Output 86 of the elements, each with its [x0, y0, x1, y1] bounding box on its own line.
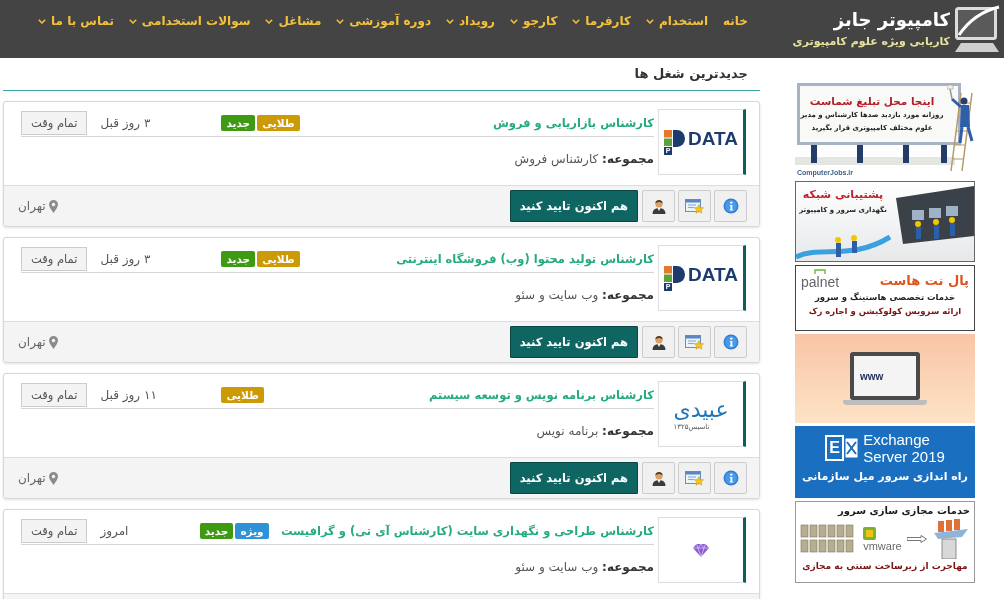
ad-headline: راه اندازی سرور میل سازمانی — [802, 469, 968, 484]
posted-date: ۳ روز قبل — [99, 251, 152, 266]
product-logo-letter: E — [825, 435, 845, 461]
brand-logo-icon — [814, 269, 827, 275]
section-heading: جدیدترین شغل ها — [3, 58, 760, 91]
arrow-right-icon — [906, 535, 927, 543]
apply-button[interactable]: هم اکنون تایید کنید — [509, 190, 638, 222]
nav-menu-item[interactable]: خانه — [723, 12, 748, 30]
job-title-link[interactable]: کارشناس طراحی و نگهداری سایت (کارشناس آی تی) و گرافیست — [280, 523, 654, 538]
screen-text: www — [860, 370, 884, 382]
ad-headline: پشتیبانی شبکه — [802, 188, 884, 202]
employer-button[interactable] — [642, 190, 675, 222]
posted-date: امروز — [99, 523, 130, 538]
product-name: Server 2019 — [863, 448, 945, 465]
site-title[interactable]: کامپیوتر جابز — [833, 9, 950, 31]
logo-wordmark: DATA — [688, 265, 738, 283]
job-title-link[interactable]: کارشناس تولید محتوا (وب) فروشگاه اینترنتی — [321, 251, 654, 266]
job-badge: طلایی — [221, 386, 264, 403]
job-title-link[interactable]: کارشناس بازاریابی و فروش — [321, 115, 654, 130]
site-tagline: کاریابی ویژه علوم کامپیوتری — [792, 34, 950, 49]
info-icon — [722, 198, 739, 214]
ad-text: ارائه سرویس کولوکیشن و اجاره رک — [808, 305, 962, 318]
logo-bowl-icon — [673, 129, 686, 147]
person-icon — [650, 334, 667, 350]
job-type-tag: تمام وقت — [21, 382, 88, 407]
job-badge: جدید — [199, 522, 234, 539]
map-pin-icon — [48, 335, 58, 349]
job-type-tag: تمام وقت — [21, 518, 88, 543]
nav-menu-item[interactable]: رویداد — [445, 12, 495, 30]
product-name: Exchange — [863, 431, 931, 448]
nav-menu-item[interactable]: سوالات استخدامی — [128, 12, 251, 30]
employer-button[interactable] — [642, 326, 675, 358]
info-button[interactable] — [714, 462, 747, 494]
map-pin-icon — [48, 199, 58, 213]
job-location: تهران — [18, 199, 46, 213]
info-icon — [722, 470, 739, 486]
nav-menu-item[interactable]: تماس با ما — [38, 12, 114, 30]
brand-logo-icon — [863, 526, 877, 540]
brand-logo-text: vmware — [863, 539, 902, 552]
ad-headline: پال نت هاست — [879, 272, 969, 290]
job-type-tag: تمام وقت — [21, 110, 88, 135]
ad-banner[interactable]: www — [795, 334, 975, 423]
info-button[interactable] — [714, 326, 747, 358]
nav-menu-item[interactable]: دوره آموزشی — [336, 12, 432, 30]
apply-button[interactable]: هم اکنون تایید کنید — [509, 462, 638, 494]
monitor-logo-icon[interactable] — [954, 5, 1000, 53]
logo-wordmark: عبیدی — [673, 396, 729, 423]
gem-icon — [693, 543, 709, 557]
ad-text: خدمات تخصصی هاستینگ و سرور — [814, 291, 956, 304]
employer-button[interactable] — [642, 462, 675, 494]
info-button[interactable] — [714, 190, 747, 222]
apply-button[interactable]: هم اکنون تایید کنید — [509, 326, 638, 358]
job-title-link[interactable]: کارشناس برنامه نویس و توسعه سیستم — [321, 387, 654, 402]
nav-menu-item[interactable]: کارفرما — [572, 12, 631, 30]
job-badge: جدید — [221, 250, 256, 267]
ad-text: مهاجرت از زیرساخت سنتی به مجازی — [802, 560, 968, 573]
logo-wordmark: DATA — [688, 129, 738, 147]
posted-date: ۳ روز قبل — [99, 115, 152, 130]
person-icon — [650, 198, 667, 214]
job-badge: ویژه — [235, 522, 269, 539]
person-icon — [650, 470, 667, 486]
posted-date: ۱۱ روز قبل — [99, 387, 158, 402]
ad-headline: اینجا محل تبلیغ شماست — [809, 94, 935, 108]
brand-logo-text: palnet — [801, 275, 840, 290]
job-badge: طلایی — [257, 114, 300, 131]
company-logo-frame[interactable] — [658, 517, 746, 583]
job-category: مجموعه: کارشناس فروش — [513, 151, 654, 168]
job-location: تهران — [18, 471, 46, 485]
job-category: مجموعه: برنامه نویس — [535, 423, 654, 440]
info-icon — [722, 334, 739, 350]
job-badge: طلایی — [257, 250, 300, 267]
ad-headline: خدمات مجازی سازی سرور — [837, 504, 970, 518]
logo-squares-icon — [664, 129, 673, 146]
job-category: مجموعه: وب سایت و سئو — [513, 287, 654, 304]
job-type-tag: تمام وقت — [21, 246, 88, 271]
nav-menu-item[interactable]: مشاغل — [265, 12, 322, 30]
envelope-cross-icon — [845, 438, 859, 458]
job-category: مجموعه: وب سایت و سئو — [513, 559, 654, 576]
job-location: تهران — [18, 335, 46, 349]
logo-squares-icon — [664, 265, 673, 282]
nav-menu-item[interactable]: استخدام — [645, 12, 709, 30]
logo-bowl-icon — [673, 265, 686, 283]
nav-menu-item[interactable]: کارجو — [509, 12, 558, 30]
map-pin-icon — [48, 471, 58, 485]
job-badge: جدید — [221, 114, 256, 131]
server-stack-drawing — [932, 519, 970, 559]
